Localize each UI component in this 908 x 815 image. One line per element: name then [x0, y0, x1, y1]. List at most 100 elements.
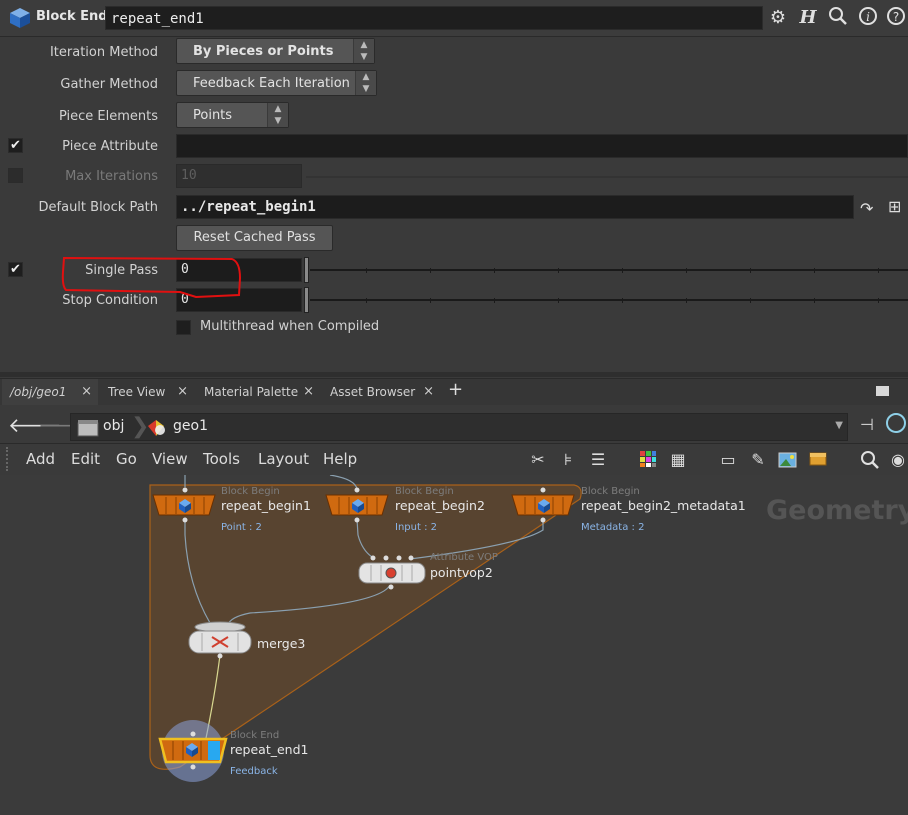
- slider-tick: [430, 298, 431, 303]
- eye-icon[interactable]: ◉: [888, 450, 908, 470]
- node-info-label: Point : 2: [221, 522, 262, 533]
- piece-attribute-field[interactable]: [176, 134, 908, 158]
- parameter-pane: Iteration Method By Pieces or Points ▲ ▼ …: [0, 37, 908, 372]
- node-name-label: repeat_end1: [230, 742, 309, 757]
- tab-material-palette[interactable]: Material Palette ×: [196, 379, 320, 405]
- pin-icon[interactable]: ⊣: [860, 415, 874, 434]
- slider-tick: [494, 268, 495, 273]
- network-editor[interactable]: Geometry Block Begin repeat_begin1 Point…: [0, 475, 908, 815]
- menu-help[interactable]: Help: [323, 450, 357, 468]
- single-pass-slider[interactable]: [310, 269, 908, 271]
- color-palette-icon[interactable]: [638, 450, 658, 470]
- subnet-box-icon[interactable]: [808, 450, 828, 470]
- default-block-path-field[interactable]: ../repeat_begin1: [176, 195, 854, 219]
- node-merge3[interactable]: [188, 621, 252, 659]
- node-name-field[interactable]: repeat_end1: [105, 6, 763, 30]
- info-icon[interactable]: i: [856, 6, 880, 30]
- max-iterations-slider[interactable]: [306, 176, 908, 178]
- close-icon[interactable]: ×: [303, 379, 314, 405]
- search-icon[interactable]: [860, 450, 880, 470]
- network-box-icon[interactable]: ▭: [718, 450, 738, 470]
- node-info-label: Feedback: [230, 766, 278, 777]
- jump-to-node-icon[interactable]: ↷: [860, 199, 880, 219]
- slider-tick: [750, 298, 751, 303]
- maximize-icon[interactable]: [876, 386, 889, 396]
- menu-edit[interactable]: Edit: [71, 450, 100, 468]
- close-icon[interactable]: ×: [81, 379, 92, 405]
- close-icon[interactable]: ×: [423, 379, 434, 405]
- tab-label: Material Palette: [204, 385, 299, 399]
- svg-text:i: i: [866, 10, 870, 24]
- breadcrumb-obj[interactable]: obj: [103, 418, 124, 434]
- list-icon[interactable]: ☰: [588, 450, 608, 470]
- single-pass-toggle[interactable]: ✔: [8, 262, 23, 277]
- stop-condition-slider-handle[interactable]: [304, 287, 309, 313]
- help-icon[interactable]: ?: [884, 6, 908, 30]
- slider-tick: [558, 298, 559, 303]
- pane-splitter[interactable]: [0, 372, 908, 377]
- image-icon[interactable]: [778, 450, 798, 470]
- node-chooser-icon[interactable]: ⊞: [888, 197, 908, 219]
- menu-view[interactable]: View: [152, 450, 188, 468]
- node-info-label: Input : 2: [395, 522, 437, 533]
- piece-elements-label: Piece Elements: [58, 109, 158, 124]
- slider-tick: [494, 298, 495, 303]
- path-breadcrumb: obj ❯ geo1 ▼: [70, 413, 848, 441]
- network-canvas: Block Begin repeat_begin1 Point : 2 Bloc…: [149, 475, 746, 782]
- menu-add[interactable]: Add: [26, 450, 55, 468]
- menu-arrows-icon: ▲ ▼: [267, 103, 288, 127]
- tab-network[interactable]: /obj/geo1 ×: [2, 379, 98, 405]
- slider-tick: [430, 268, 431, 273]
- slider-tick: [622, 298, 623, 303]
- grid-icon[interactable]: ▦: [668, 450, 688, 470]
- wrench-icon[interactable]: ✂: [528, 450, 548, 470]
- node-name-label: merge3: [257, 636, 305, 651]
- slider-tick: [814, 268, 815, 273]
- slider-tick: [686, 268, 687, 273]
- single-pass-field[interactable]: 0: [176, 258, 302, 282]
- network-menu-bar: Add Edit Go View Tools Layout Help ✂ ⊧ ☰…: [0, 444, 908, 474]
- parameter-header: Block End repeat_end1 ⚙ H i ?: [0, 0, 908, 37]
- sticky-note-icon[interactable]: ✎: [748, 450, 768, 470]
- node-name-label: pointvop2: [430, 565, 493, 580]
- node-type-label: Attribute VOP: [430, 552, 498, 563]
- node-name-label: repeat_begin2: [395, 498, 485, 513]
- gather-method-menu[interactable]: Feedback Each Iteration ▲ ▼: [176, 70, 377, 96]
- gear-icon[interactable]: ⚙: [766, 6, 790, 30]
- multithread-toggle[interactable]: [176, 320, 191, 335]
- slider-tick: [750, 268, 751, 273]
- stop-condition-field[interactable]: 0: [176, 288, 302, 312]
- breadcrumb-geo[interactable]: geo1: [173, 418, 208, 434]
- max-iterations-toggle[interactable]: [8, 168, 23, 183]
- chevron-down-icon[interactable]: ▼: [835, 420, 843, 431]
- menu-tools[interactable]: Tools: [203, 450, 240, 468]
- tab-label: Asset Browser: [330, 385, 416, 399]
- max-iterations-field[interactable]: 10: [176, 164, 302, 188]
- node-type-label: Block Begin: [395, 486, 454, 497]
- pane-tab-bar: /obj/geo1 × Tree View × Material Palette…: [0, 378, 908, 405]
- add-tab-icon[interactable]: +: [448, 379, 463, 400]
- tab-tree-view[interactable]: Tree View ×: [100, 379, 194, 405]
- menu-arrows-icon: ▲ ▼: [355, 71, 376, 95]
- link-icon[interactable]: [886, 413, 906, 433]
- piece-attribute-toggle[interactable]: ✔: [8, 138, 23, 153]
- tab-asset-browser[interactable]: Asset Browser ×: [322, 379, 440, 405]
- close-icon[interactable]: ×: [177, 379, 188, 405]
- stop-condition-slider[interactable]: [310, 299, 908, 301]
- tree-icon[interactable]: ⊧: [558, 450, 578, 470]
- slider-tick: [686, 298, 687, 303]
- piece-elements-menu[interactable]: Points ▲ ▼: [176, 102, 289, 128]
- search-icon[interactable]: [826, 6, 850, 30]
- single-pass-slider-handle[interactable]: [304, 257, 309, 283]
- node-type-label: Block Begin: [581, 486, 640, 497]
- iteration-method-menu[interactable]: By Pieces or Points ▲ ▼: [176, 38, 375, 64]
- single-pass-label: Single Pass: [85, 263, 158, 278]
- multithread-label: Multithread when Compiled: [200, 319, 380, 334]
- node-name-label: repeat_begin1: [221, 498, 311, 513]
- help-h-icon[interactable]: H: [796, 6, 820, 30]
- reset-cached-pass-button[interactable]: Reset Cached Pass: [176, 225, 333, 251]
- slider-tick: [814, 298, 815, 303]
- menu-layout[interactable]: Layout: [258, 450, 309, 468]
- menu-go[interactable]: Go: [116, 450, 137, 468]
- drag-handle[interactable]: [6, 447, 16, 471]
